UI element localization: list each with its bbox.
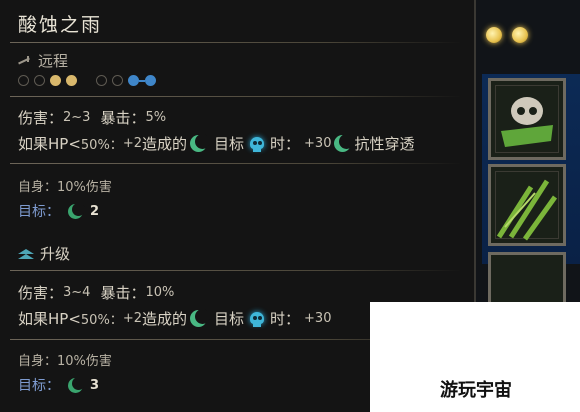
cond-pct: 50%： [80,138,123,153]
upgraded-condition-row: 如果HP< 50%： +2 造成的 目标 时： +30 [18,308,331,329]
crit-label: 暴击： [100,109,146,127]
damage-value: 3~4 [63,285,91,300]
cond-when: 时： [270,135,301,153]
divider [10,42,462,43]
target-pip [128,75,139,86]
ranged-icon [18,55,32,66]
damage-value: 2~3 [63,110,91,125]
launch-pip [34,75,45,86]
cond-bonus: +2 [122,311,142,326]
target-label: 目标： [18,378,60,394]
cond-bonus: +2 [122,136,142,151]
crit-label: 暴击： [100,284,146,302]
cond-pct: 50%： [80,313,123,328]
skill-slot-skull[interactable] [488,78,566,160]
cond-when: 时： [270,310,301,328]
cond-resist: 抗性穿透 [354,135,415,153]
cond-prefix: 如果HP< [18,310,81,328]
torch-indicator [486,27,502,43]
target-row: 目标： 2 [18,201,99,221]
upgraded-self-row: 自身： 10%伤害 [18,350,112,369]
target-pip [145,75,156,86]
crit-value: 10% [145,285,175,300]
target-pip [96,75,107,86]
cond-pen: +30 [304,311,332,326]
upgraded-target-row: 目标： 3 [18,375,99,395]
target-value: 2 [90,203,100,219]
crit-value: 5% [145,110,167,125]
damage-label: 伤害： [18,284,64,302]
self-row: 自身： 10%伤害 [18,176,112,195]
blight-icon [68,202,85,219]
target-value: 3 [90,377,100,393]
launch-pip [50,75,61,86]
divider [10,96,462,97]
launch-pip [18,75,29,86]
self-label: 自身： [18,354,58,369]
blight-icon [190,309,210,327]
skull-icon [248,135,266,153]
condition-row: 如果HP< 50%： +2 造成的 目标 时： +30 抗性穿透 [18,133,414,154]
cond-target: 目标 [214,310,245,328]
self-label: 自身： [18,180,58,195]
range-label: 远程 [38,52,69,70]
damage-crit-row: 伤害： 2~3 暴击： 5% [18,107,166,128]
position-pips [18,75,161,86]
torch-indicator [512,27,528,43]
upgraded-damage-crit-row: 伤害： 3~4 暴击： 10% [18,282,174,303]
cond-prefix: 如果HP< [18,135,81,153]
self-value: 10%伤害 [57,180,112,195]
blight-icon [68,376,85,393]
cond-dealt: 造成的 [141,135,187,153]
divider [10,270,462,271]
target-label: 目标： [18,204,60,220]
cond-pen: +30 [304,136,332,151]
range-row: 远程 [18,50,68,71]
watermark-text: 游玩宇宙 [432,372,520,406]
upgrade-label: 升级 [40,245,71,263]
divider [10,163,462,164]
blight-icon [334,134,355,152]
damage-label: 伤害： [18,109,64,127]
self-value: 10%伤害 [57,354,112,369]
skill-title: 酸蚀之雨 [18,14,103,36]
cond-target: 目标 [214,135,245,153]
blight-icon [190,134,210,152]
cond-dealt: 造成的 [141,310,187,328]
launch-pip [66,75,77,86]
skill-slot-acid-rain[interactable] [488,164,566,246]
skull-icon [248,310,266,328]
target-pip [112,75,123,86]
upgrade-icon [18,248,34,259]
upgrade-header: 升级 [18,243,70,264]
